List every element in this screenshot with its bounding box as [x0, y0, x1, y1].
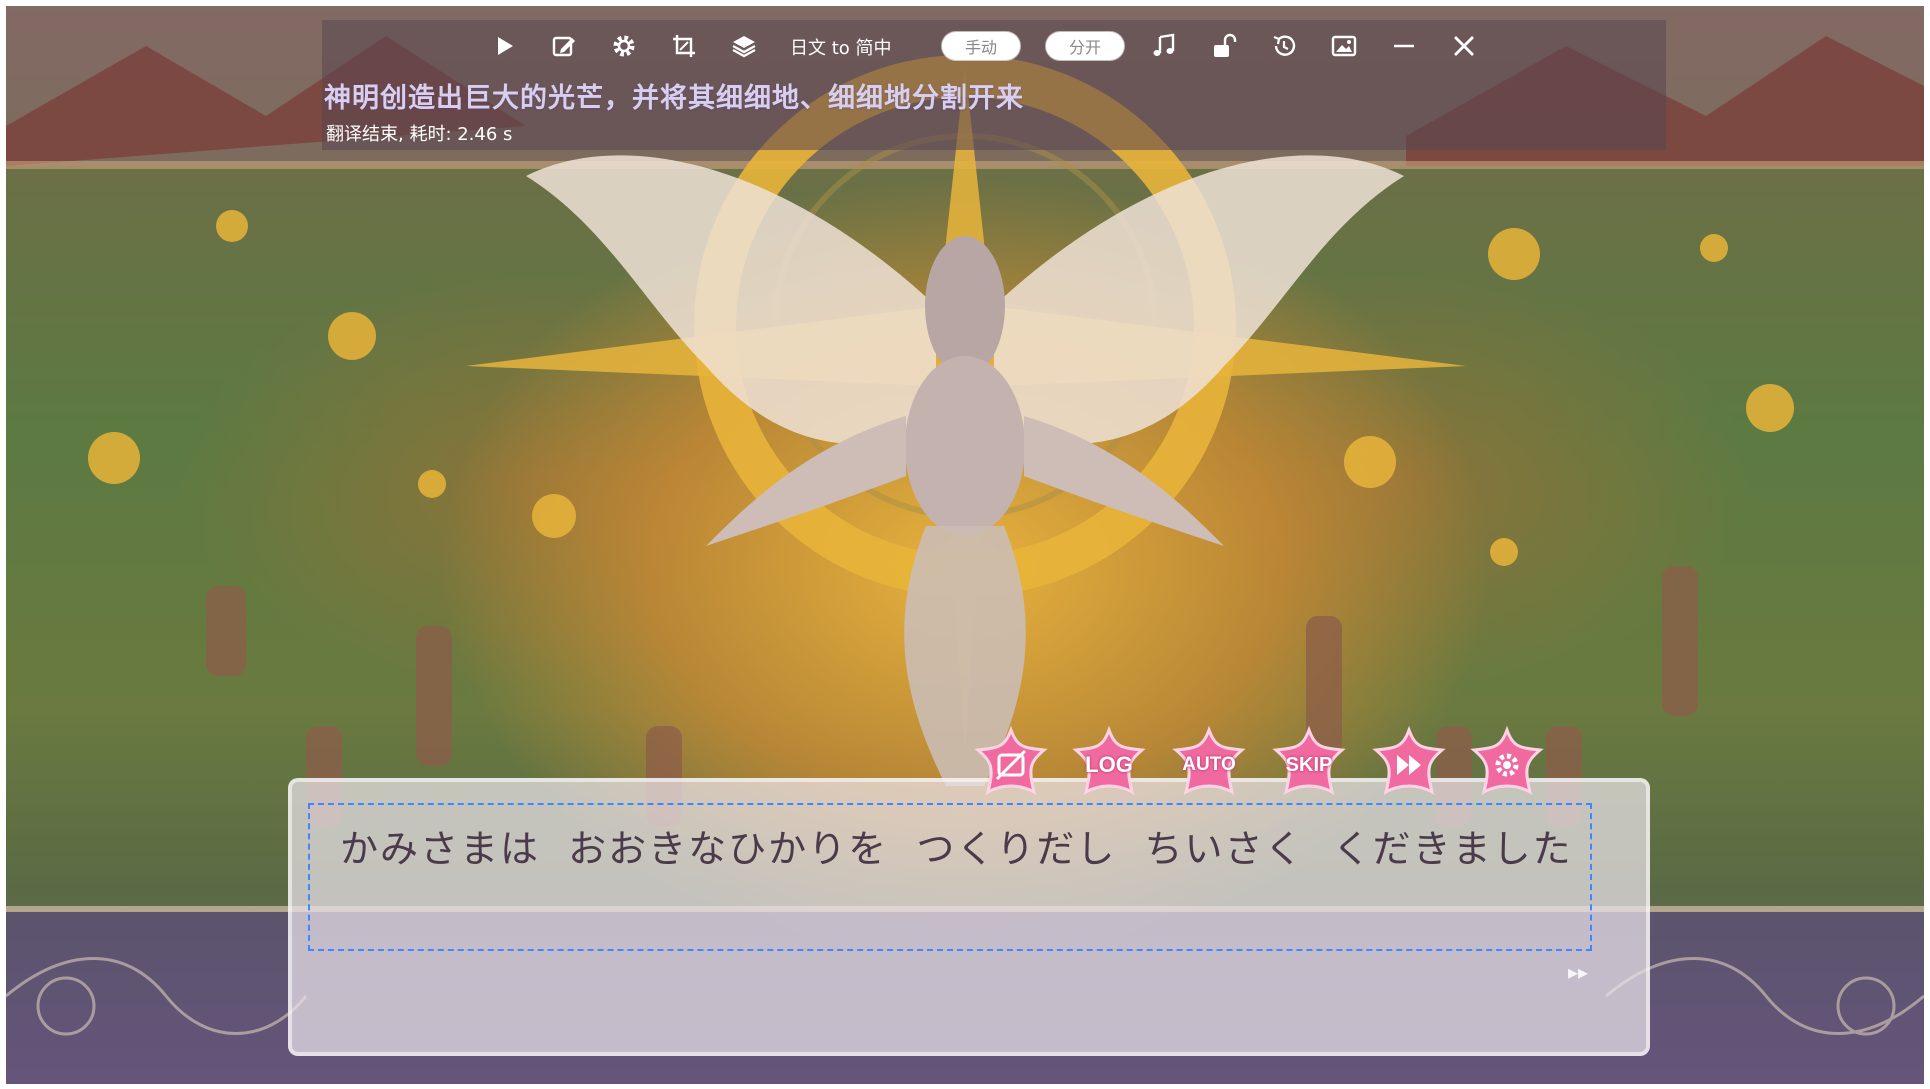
- layers-icon: [732, 36, 756, 58]
- music-button[interactable]: [1148, 30, 1180, 62]
- translator-overlay[interactable]: 日文 to 简中 手动 分开 神明创造出巨大的光芒，并将其细细地、细细地分割开来…: [322, 20, 1666, 150]
- next-page-indicator: ▸▸: [1568, 960, 1589, 984]
- settings-button[interactable]: [1468, 726, 1546, 804]
- gear-icon: [613, 35, 635, 57]
- split-toggle[interactable]: 分开: [1046, 32, 1124, 60]
- fast-forward-icon: [1397, 755, 1421, 775]
- skip-label: SKIP: [1285, 753, 1333, 776]
- translation-text: 神明创造出巨大的光芒，并将其细细地、细细地分割开来: [324, 83, 1024, 114]
- log-label: LOG: [1085, 752, 1133, 777]
- layers-button[interactable]: [728, 30, 760, 62]
- translator-toolbar: 日文 to 简中 手动 分开: [322, 20, 1666, 72]
- hide-window-button[interactable]: [972, 726, 1050, 804]
- lock-button[interactable]: [1208, 30, 1240, 62]
- skip-button[interactable]: SKIP: [1270, 726, 1348, 804]
- fast-forward-button[interactable]: [1370, 726, 1448, 804]
- screenshot-button[interactable]: [1328, 30, 1360, 62]
- language-pair[interactable]: 日文 to 简中: [790, 34, 892, 59]
- history-icon: [1273, 35, 1296, 56]
- auto-label: AUTO: [1182, 754, 1236, 775]
- minimize-icon: [1394, 44, 1414, 48]
- play-button[interactable]: [488, 30, 520, 62]
- dialogue-text: かみさまは おおきなひかりを つくりだし ちいさく くだきました: [340, 827, 1573, 871]
- settings-icon: [1495, 753, 1519, 777]
- close-button[interactable]: [1448, 30, 1480, 62]
- edit-button[interactable]: [548, 30, 580, 62]
- auto-button[interactable]: AUTO: [1170, 726, 1248, 804]
- play-icon: [498, 37, 513, 55]
- history-button[interactable]: [1268, 30, 1300, 62]
- image-icon: [1331, 35, 1357, 57]
- minimize-button[interactable]: [1388, 30, 1420, 62]
- crop-button[interactable]: [668, 30, 700, 62]
- edit-icon: [552, 36, 575, 57]
- music-note-icon: [1153, 33, 1175, 56]
- log-button[interactable]: LOG: [1070, 726, 1148, 804]
- settings-toolbar-button[interactable]: [608, 30, 640, 62]
- manual-toggle[interactable]: 手动: [942, 32, 1020, 60]
- hide-window-icon: [995, 749, 1027, 781]
- close-icon: [1454, 36, 1474, 56]
- crop-icon: [673, 35, 695, 57]
- translation-status: 翻译结束, 耗时: 2.46 s: [326, 124, 513, 145]
- unlock-icon: [1214, 33, 1237, 57]
